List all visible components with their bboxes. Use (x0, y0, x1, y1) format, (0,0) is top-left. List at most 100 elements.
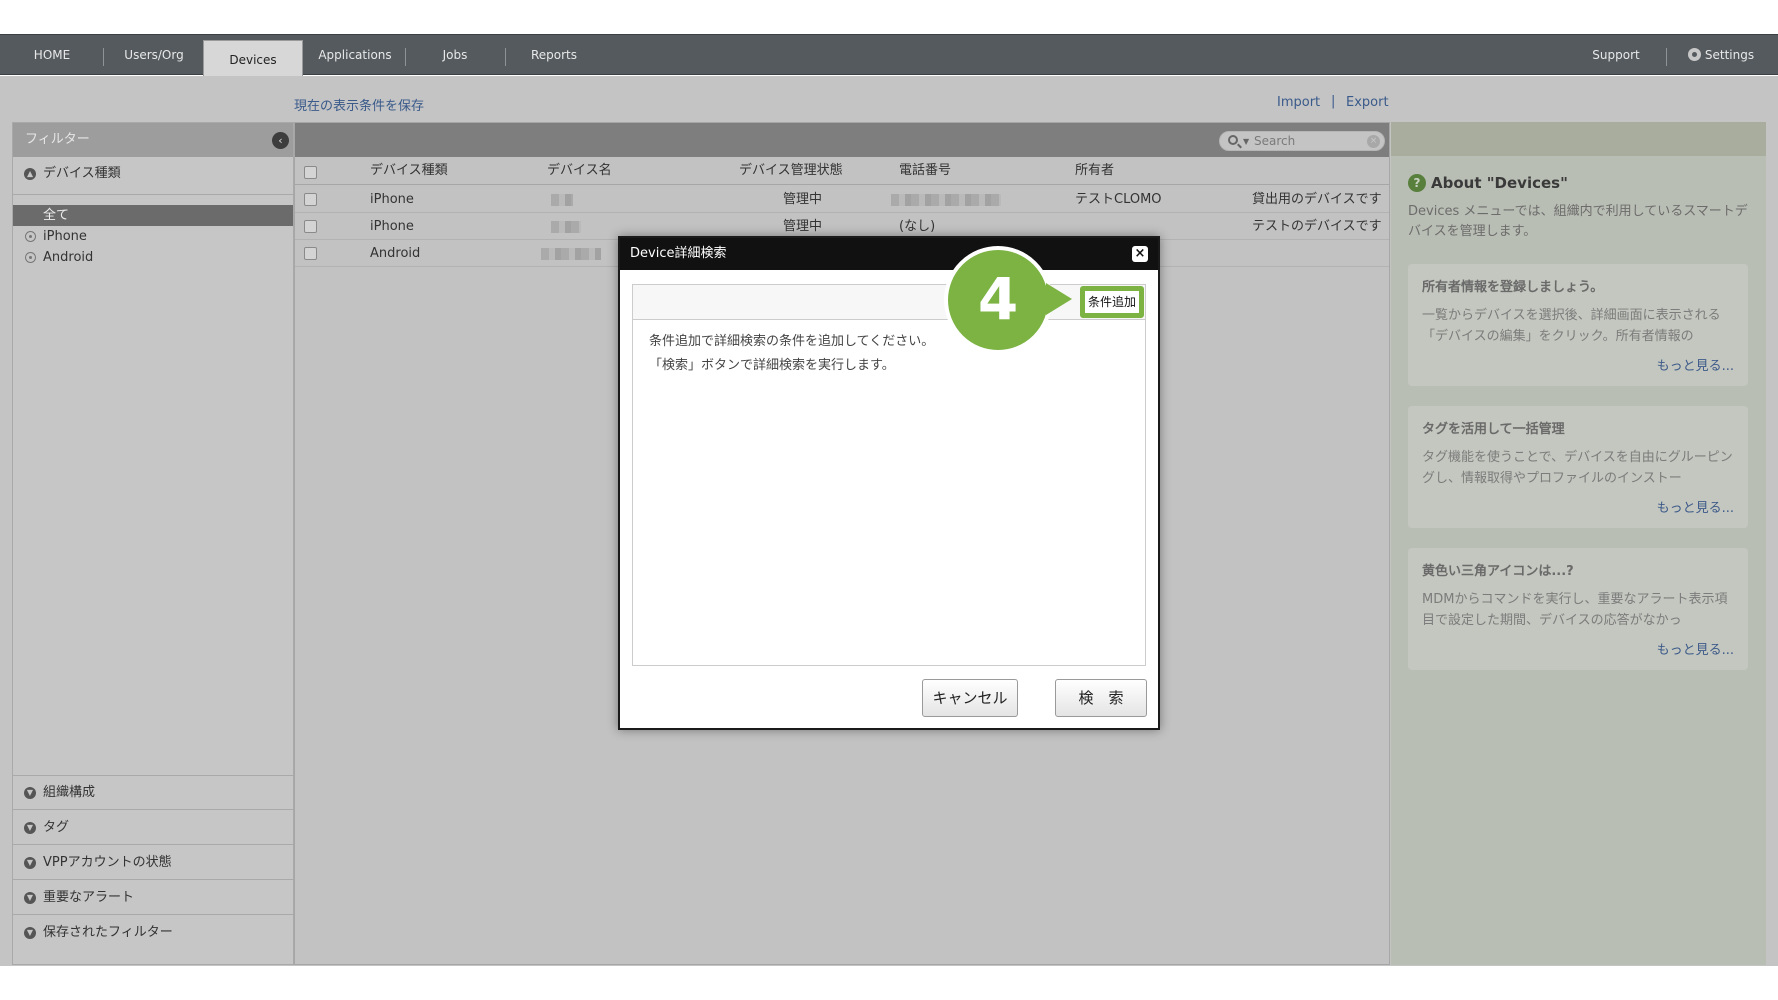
step-marker: 4 (944, 246, 1052, 354)
chevron-down-icon: ▼ (24, 787, 36, 799)
table-row[interactable]: iPhone 管理中 テストCLOMO 貸出用のデバイスです (295, 186, 1389, 213)
device-search-dialog: Device詳細検索 × 条件追加 条件追加で詳細検索の条件を追加してください。… (618, 236, 1160, 730)
search-icon (1228, 135, 1238, 145)
tab-home[interactable]: HOME (18, 35, 86, 75)
add-condition-button[interactable]: 条件追加 (1080, 286, 1144, 318)
row-checkbox[interactable] (304, 247, 317, 260)
alert-section[interactable]: ▼ 重要なアラート (13, 881, 293, 915)
import-link[interactable]: Import (1277, 95, 1320, 110)
radio-icon (25, 252, 36, 263)
tab-applications[interactable]: Applications (312, 35, 398, 75)
filter-header: フィルター ‹ (13, 123, 293, 157)
row-checkbox[interactable] (304, 193, 317, 206)
section-label: デバイス種類 (43, 166, 121, 181)
card-title: 黄色い三角アイコンは...? (1422, 564, 1574, 579)
chevron-down-icon: ▼ (24, 892, 36, 904)
cell-owner: テストCLOMO (1075, 192, 1162, 207)
condition-area: 条件追加で詳細検索の条件を追加してください。 「検索」ボタンで詳細検索を実行しま… (632, 320, 1146, 666)
help-icon: ? (1408, 174, 1426, 192)
radio-icon (25, 231, 36, 242)
nav-separator (505, 48, 506, 66)
tip-card-tag: タグを活用して一括管理 タグ機能を使うことで、デバイスを自由にグルーピングし、情… (1408, 406, 1748, 528)
search-button[interactable]: 検 索 (1055, 679, 1147, 717)
nav-separator (405, 48, 406, 66)
app-window: HOME Users/Org Devices Applications Jobs… (0, 0, 1778, 1000)
tab-devices[interactable]: Devices (203, 40, 303, 76)
support-link[interactable]: Support (1580, 35, 1652, 75)
cell-type: iPhone (370, 219, 414, 234)
tab-jobs[interactable]: Jobs (420, 35, 490, 75)
export-link[interactable]: Export (1346, 95, 1389, 110)
tip-card-owner: 所有者情報を登録しましょう。 一覧からデバイスを選択後、詳細画面に表示される「デ… (1408, 264, 1748, 386)
list-toolbar: ▼ Search × (295, 123, 1389, 157)
redacted-device-name (541, 248, 601, 260)
cell-type: Android (370, 246, 421, 261)
redacted-phone (891, 194, 1001, 206)
top-nav: HOME Users/Org Devices Applications Jobs… (0, 34, 1778, 76)
caret-down-icon: ▼ (1243, 137, 1250, 146)
save-view-link[interactable]: 現在の表示条件を保存 (294, 95, 424, 114)
info-panel: ? About "Devices" Devices メニューでは、組織内で利用して… (1391, 122, 1766, 965)
column-owner[interactable]: 所有者 (1075, 157, 1114, 185)
info-title-text: About "Devices" (1431, 174, 1568, 192)
filter-sidebar: フィルター ‹ ▼ デバイス種類 全て iPhone Android ▼ 組織構… (12, 122, 294, 965)
more-link[interactable]: もっと見る... (1657, 639, 1734, 658)
section-label: タグ (43, 820, 70, 835)
cancel-button[interactable]: キャンセル (922, 679, 1018, 717)
settings-label: Settings (1704, 48, 1755, 62)
card-text: 一覧からデバイスを選択後、詳細画面に表示される「デバイスの編集」をクリック。所有… (1422, 308, 1721, 344)
column-phone[interactable]: 電話番号 (899, 157, 951, 185)
column-device-name[interactable]: デバイス名 (547, 157, 612, 185)
filter-item-iphone[interactable]: iPhone (13, 226, 293, 247)
instruction-line-2: 「検索」ボタンで詳細検索を実行します。 (649, 358, 895, 373)
device-type-section[interactable]: ▼ デバイス種類 (13, 157, 293, 191)
card-title: タグを活用して一括管理 (1422, 422, 1565, 437)
section-label: 重要なアラート (43, 890, 135, 905)
search-input[interactable]: ▼ Search × (1219, 131, 1385, 151)
select-all-checkbox[interactable] (304, 166, 317, 179)
filter-item-label: Android (43, 250, 94, 265)
clear-icon[interactable]: × (1367, 135, 1380, 148)
cell-status: 管理中 (783, 192, 823, 207)
tip-card-alert: 黄色い三角アイコンは...? MDMからコマンドを実行し、重要なアラート表示項目… (1408, 548, 1748, 670)
gear-icon (1687, 48, 1701, 61)
nav-separator (103, 48, 104, 66)
filter-item-android[interactable]: Android (13, 247, 293, 268)
info-description: Devices メニューでは、組織内で利用しているスマートデバイスを管理します。 (1408, 204, 1748, 239)
cell-type: iPhone (370, 192, 414, 207)
row-checkbox[interactable] (304, 220, 317, 233)
cell-note: 貸出用のデバイスです (1252, 192, 1382, 207)
nav-separator (1666, 48, 1667, 66)
chevron-down-icon: ▼ (24, 927, 36, 939)
chevron-up-icon: ▼ (24, 168, 36, 180)
column-device-type[interactable]: デバイス種類 (370, 157, 448, 185)
org-section[interactable]: ▼ 組織構成 (13, 776, 293, 810)
dialog-header: Device詳細検索 × (620, 238, 1158, 270)
divider (13, 194, 293, 195)
dialog-title: Device詳細検索 (630, 246, 727, 261)
settings-link[interactable]: Settings (1676, 35, 1766, 75)
more-link[interactable]: もっと見る... (1657, 355, 1734, 374)
column-management-status[interactable]: デバイス管理状態 (739, 157, 843, 185)
section-label: 組織構成 (43, 785, 96, 800)
saved-filter-section[interactable]: ▼ 保存されたフィルター (13, 916, 293, 950)
more-link[interactable]: もっと見る... (1657, 497, 1734, 516)
redacted-device-name (551, 194, 573, 206)
collapse-icon[interactable]: ‹ (272, 132, 289, 149)
close-icon[interactable]: × (1132, 246, 1148, 262)
section-label: 保存されたフィルター (43, 925, 173, 940)
instruction-line-1: 条件追加で詳細検索の条件を追加してください。 (649, 334, 935, 349)
card-text: タグ機能を使うことで、デバイスを自由にグルーピングし、情報取得やプロファイルのイ… (1422, 450, 1733, 486)
tab-reports[interactable]: Reports (518, 35, 590, 75)
card-title: 所有者情報を登録しましょう。 (1422, 280, 1604, 295)
tag-section[interactable]: ▼ タグ (13, 811, 293, 845)
redacted-device-name (551, 221, 581, 233)
step-pointer (1046, 283, 1072, 315)
tab-users-org[interactable]: Users/Org (112, 35, 196, 75)
filter-item-all[interactable]: 全て (13, 205, 293, 226)
vpp-section[interactable]: ▼ VPPアカウントの状態 (13, 846, 293, 880)
card-text: MDMからコマンドを実行し、重要なアラート表示項目で設定した期間、デバイスの応答… (1422, 592, 1728, 628)
section-label: VPPアカウントの状態 (43, 855, 172, 870)
link-separator: | (1331, 94, 1336, 109)
info-panel-header (1391, 122, 1766, 156)
